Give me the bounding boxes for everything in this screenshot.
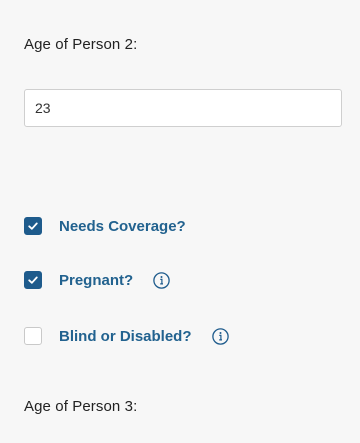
person-3-age-label: Age of Person 3: bbox=[24, 398, 138, 415]
needs-coverage-label[interactable]: Needs Coverage? bbox=[59, 218, 186, 235]
needs-coverage-row[interactable]: Needs Coverage? bbox=[24, 216, 186, 236]
blind-or-disabled-label[interactable]: Blind or Disabled? bbox=[59, 328, 192, 345]
needs-coverage-checkbox[interactable] bbox=[24, 217, 42, 235]
checkmark-icon bbox=[28, 222, 38, 230]
blind-or-disabled-checkbox[interactable] bbox=[24, 327, 42, 345]
person-2-age-input[interactable] bbox=[24, 89, 342, 127]
pregnant-row[interactable]: Pregnant? bbox=[24, 270, 170, 290]
pregnant-info-icon[interactable] bbox=[153, 271, 170, 289]
person-2-age-label: Age of Person 2: bbox=[24, 36, 138, 53]
checkmark-icon bbox=[28, 276, 38, 284]
blind-or-disabled-info-icon[interactable] bbox=[211, 327, 229, 345]
blind-or-disabled-row[interactable]: Blind or Disabled? bbox=[24, 326, 229, 346]
pregnant-checkbox[interactable] bbox=[24, 271, 42, 289]
pregnant-label[interactable]: Pregnant? bbox=[59, 272, 133, 289]
